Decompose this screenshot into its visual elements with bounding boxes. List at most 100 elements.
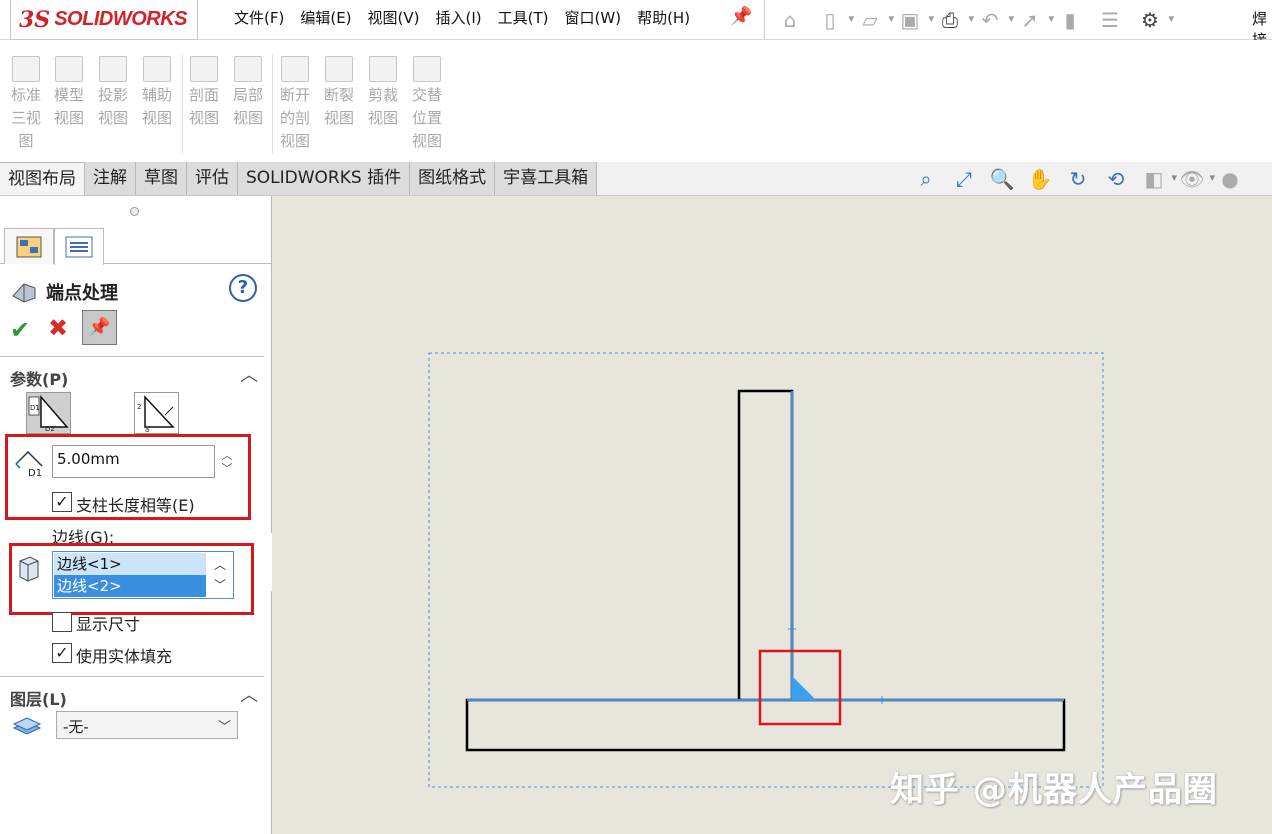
display-style-icon[interactable]: ◧ bbox=[1140, 165, 1177, 193]
distance-angle-triangle-icon: 2a bbox=[137, 395, 175, 434]
standard-3-view-button[interactable]: 标准 三视 图 bbox=[6, 56, 46, 153]
undo-icon[interactable]: ↶ bbox=[977, 8, 1014, 32]
alternate-position-view-label-1: 交替 bbox=[411, 86, 442, 104]
menu-file[interactable]: 文件(F) bbox=[226, 8, 292, 28]
edges-selection-list[interactable]: 边线<1> 边线<2> ︿ ﹀ bbox=[52, 551, 234, 599]
break-view-button[interactable]: 断裂 视图 bbox=[319, 56, 359, 130]
tab-yuxi-toolbox[interactable]: 宇喜工具箱 bbox=[495, 162, 598, 195]
fillet-weld-bead[interactable] bbox=[792, 676, 816, 700]
model-view-button[interactable]: 模型 视图 bbox=[49, 56, 89, 130]
edges-list-scrollbar[interactable]: ︿ ﹀ bbox=[207, 552, 233, 598]
chevron-down-icon[interactable]: ﹀ bbox=[218, 716, 231, 735]
end-type-distance-button[interactable]: D1 D2 bbox=[26, 392, 71, 434]
zoom-to-area-icon[interactable]: ⤢ bbox=[950, 165, 978, 193]
alternate-position-view-label-2: 位置 bbox=[411, 109, 442, 127]
drawing-canvas[interactable]: 知乎 @机器人产品圈 bbox=[272, 196, 1272, 834]
hide-show-items-icon[interactable]: 👁 bbox=[1178, 165, 1215, 193]
tab-view-layout[interactable]: 视图布局 bbox=[0, 162, 85, 195]
pan-icon[interactable]: ✋ bbox=[1026, 165, 1054, 193]
gear-icon[interactable]: ⚙ bbox=[1137, 8, 1174, 32]
model-view-label-1: 模型 bbox=[53, 86, 84, 104]
spin-down-icon[interactable]: ﹀ bbox=[222, 462, 233, 475]
svg-text:D1: D1 bbox=[28, 468, 42, 478]
detail-view-button[interactable]: 局部 视图 bbox=[228, 56, 268, 130]
feature-tree-icon bbox=[16, 236, 42, 257]
cancel-x-icon[interactable]: ✖ bbox=[48, 314, 68, 342]
layers-section-header[interactable]: 图层(L) ︿ bbox=[0, 676, 264, 709]
menu-help[interactable]: 帮助(H) bbox=[629, 8, 698, 28]
scroll-up-icon[interactable]: ︿ bbox=[214, 555, 226, 575]
section-view-icon bbox=[190, 56, 218, 82]
solidworks-window: 3S SOLIDWORKS 文件(F) 编辑(E) 视图(V) 插入(I) 工具… bbox=[0, 0, 1272, 834]
menu-edit[interactable]: 编辑(E) bbox=[292, 8, 359, 28]
tab-sketch[interactable]: 草图 bbox=[136, 162, 187, 195]
rotate-view-icon[interactable]: ↻ bbox=[1064, 165, 1092, 193]
d1-d2-triangle-icon: D1 D2 bbox=[28, 394, 69, 433]
tab-evaluate[interactable]: 评估 bbox=[187, 162, 238, 195]
menu-view[interactable]: 视图(V) bbox=[360, 8, 428, 28]
zoom-in-out-icon[interactable]: 🔍 bbox=[988, 165, 1016, 193]
section-view-button[interactable]: 剖面 视图 bbox=[184, 56, 224, 130]
open-folder-icon[interactable]: ▱ bbox=[857, 8, 894, 32]
menu-window[interactable]: 窗口(W) bbox=[557, 8, 630, 28]
ok-check-icon[interactable]: ✔ bbox=[10, 316, 30, 344]
upright-plate-outline[interactable] bbox=[737, 389, 794, 700]
collapse-chevron-icon[interactable]: ︿ bbox=[240, 681, 258, 707]
standard-3-view-label-3: 图 bbox=[18, 132, 34, 150]
tab-annotation[interactable]: 注解 bbox=[85, 162, 136, 195]
view-boundary[interactable] bbox=[428, 352, 1104, 788]
edge-item-2[interactable]: 边线<2> bbox=[54, 575, 206, 597]
keep-visible-pin-icon[interactable]: 📌 bbox=[82, 310, 117, 345]
zoom-to-fit-icon[interactable]: ⌕ bbox=[912, 165, 940, 193]
model-view-label-2: 视图 bbox=[53, 109, 84, 127]
tab-solidworks-addins[interactable]: SOLIDWORKS 插件 bbox=[238, 162, 411, 195]
equal-length-checkbox[interactable]: ✓ bbox=[52, 492, 72, 512]
svg-text:a: a bbox=[145, 426, 149, 433]
crop-view-button[interactable]: 剪裁 视图 bbox=[363, 56, 403, 130]
solidworks-logo[interactable]: 3S SOLIDWORKS bbox=[10, 0, 198, 40]
section-view-label-1: 剖面 bbox=[188, 86, 219, 104]
panel-grip-dot[interactable] bbox=[130, 207, 139, 216]
traffic-light-icon[interactable]: ▮ bbox=[1057, 8, 1083, 32]
broken-out-section-button[interactable]: 断开 的剖 视图 bbox=[275, 56, 315, 153]
previous-view-icon[interactable]: ⟲ bbox=[1102, 165, 1130, 193]
auxiliary-view-label-2: 视图 bbox=[141, 109, 172, 127]
menu-tools[interactable]: 工具(T) bbox=[490, 8, 557, 28]
property-manager-tab[interactable] bbox=[54, 228, 104, 265]
projected-view-label-1: 投影 bbox=[97, 86, 128, 104]
help-icon[interactable]: ? bbox=[229, 274, 257, 302]
options-list-icon[interactable]: ☰ bbox=[1097, 8, 1123, 32]
solid-fill-checkbox[interactable]: ✓ bbox=[52, 643, 72, 663]
scroll-down-icon[interactable]: ﹀ bbox=[214, 575, 226, 595]
end-type-angle-button[interactable]: 2a bbox=[134, 392, 179, 434]
drawing-view-svg[interactable] bbox=[272, 196, 1272, 834]
svg-text:D2: D2 bbox=[45, 425, 55, 433]
auxiliary-view-button[interactable]: 辅助 视图 bbox=[137, 56, 177, 130]
d1-distance-input[interactable]: 5.00mm bbox=[52, 445, 215, 478]
menu-insert[interactable]: 插入(I) bbox=[428, 8, 490, 28]
equal-length-label: 支柱长度相等(E) bbox=[76, 496, 195, 515]
detail-view-icon bbox=[234, 56, 262, 82]
home-icon[interactable]: ⌂ bbox=[777, 8, 803, 32]
appearance-sphere-icon[interactable]: ● bbox=[1216, 165, 1244, 193]
projected-view-button[interactable]: 投影 视图 bbox=[93, 56, 133, 130]
tab-list: 视图布局 注解 草图 评估 SOLIDWORKS 插件 图纸格式 宇喜工具箱 bbox=[0, 162, 598, 195]
pin-menu-icon[interactable]: 📌 bbox=[730, 6, 752, 27]
print-icon[interactable]: ⎙ bbox=[937, 8, 974, 32]
parameters-section-header[interactable]: 参数(P) ︿ bbox=[0, 356, 264, 389]
spin-up-icon[interactable]: ︿ bbox=[222, 449, 233, 462]
collapse-chevron-icon[interactable]: ︿ bbox=[240, 361, 258, 387]
tab-sheet-format[interactable]: 图纸格式 bbox=[410, 162, 496, 195]
feature-manager-tab[interactable] bbox=[4, 228, 54, 264]
show-dimension-checkbox[interactable] bbox=[52, 612, 72, 632]
auxiliary-view-label-1: 辅助 bbox=[141, 86, 172, 104]
d1-distance-icon: D1 bbox=[15, 450, 43, 478]
save-icon[interactable]: ▣ bbox=[897, 8, 934, 32]
crop-view-label-2: 视图 bbox=[367, 109, 398, 127]
select-cursor-icon[interactable]: ➚ bbox=[1017, 8, 1054, 32]
d1-spinner[interactable]: ︿ ﹀ bbox=[218, 445, 236, 478]
edge-item-1[interactable]: 边线<1> bbox=[54, 553, 206, 575]
new-document-icon[interactable]: ▯ bbox=[817, 8, 854, 32]
alternate-position-view-button[interactable]: 交替 位置 视图 bbox=[407, 56, 447, 153]
layer-dropdown[interactable]: -无- ﹀ bbox=[56, 711, 238, 739]
